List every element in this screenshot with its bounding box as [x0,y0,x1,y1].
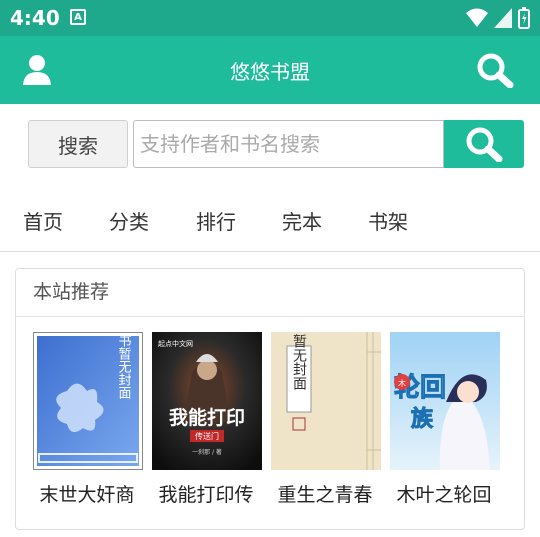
app-title: 悠悠书盟 [230,60,310,84]
notification-a-icon: A [70,9,86,25]
book-card[interactable]: 起点中文网 我能打印 传送门 一刹那 / 著 我能打印传 [152,332,262,507]
svg-text:一刹那 / 著: 一刹那 / 著 [192,448,222,456]
main-nav: 首页 分类 排行 完本 书架 [0,186,540,252]
app-bar: 悠悠书盟 [0,36,540,104]
book-cover[interactable]: 此书暂无封面 [33,332,143,470]
book-card[interactable]: 轮回 族 木 木叶之轮回 [390,332,500,507]
nav-category[interactable]: 分类 [109,206,149,235]
book-title[interactable]: 重生之青春 [269,480,381,507]
recommend-panel: 本站推荐 此书暂无封面 末世大奸商 起点中文网 我能打印 传送门 一刹那 / 著… [15,268,525,530]
status-time: 4:40 [10,6,60,30]
nav-completed[interactable]: 完本 [282,206,322,235]
svg-text:起点中文网: 起点中文网 [158,339,193,348]
nav-home[interactable]: 首页 [23,206,63,235]
status-icons [466,7,530,29]
svg-text:我能打印: 我能打印 [169,406,245,429]
search-submit-button[interactable] [444,120,524,168]
battery-icon [518,7,530,29]
nav-bookshelf[interactable]: 书架 [368,206,408,235]
status-bar: 4:40 A [0,0,540,36]
search-button[interactable]: 搜索 [28,120,128,168]
book-title[interactable]: 末世大奸商 [31,480,143,507]
book-title[interactable]: 我能打印传 [150,480,262,507]
book-cover[interactable]: 起点中文网 我能打印 传送门 一刹那 / 著 [152,332,262,470]
wifi-icon [466,8,488,27]
search-icon[interactable] [476,52,514,89]
book-card[interactable]: 此书暂无封面 末世大奸商 [33,332,143,507]
book-cover[interactable]: 暂无封面 [271,332,381,470]
nav-ranking[interactable]: 排行 [196,206,236,235]
book-cover[interactable]: 轮回 族 木 [390,332,500,470]
svg-text:传送门: 传送门 [195,431,219,441]
recommend-title: 本站推荐 [16,269,524,317]
search-icon [466,127,503,162]
search-input[interactable] [133,120,444,168]
search-bar: 搜索 [0,104,540,184]
book-card[interactable]: 暂无封面 重生之青春 [271,332,381,507]
svg-text:此书暂无封面: 此书暂无封面 [116,336,132,399]
svg-text:族: 族 [411,406,434,432]
svg-text:暂无封面: 暂无封面 [291,334,307,390]
svg-text:木: 木 [398,378,406,388]
book-title[interactable]: 木叶之轮回 [388,480,500,507]
signal-icon [494,8,512,28]
